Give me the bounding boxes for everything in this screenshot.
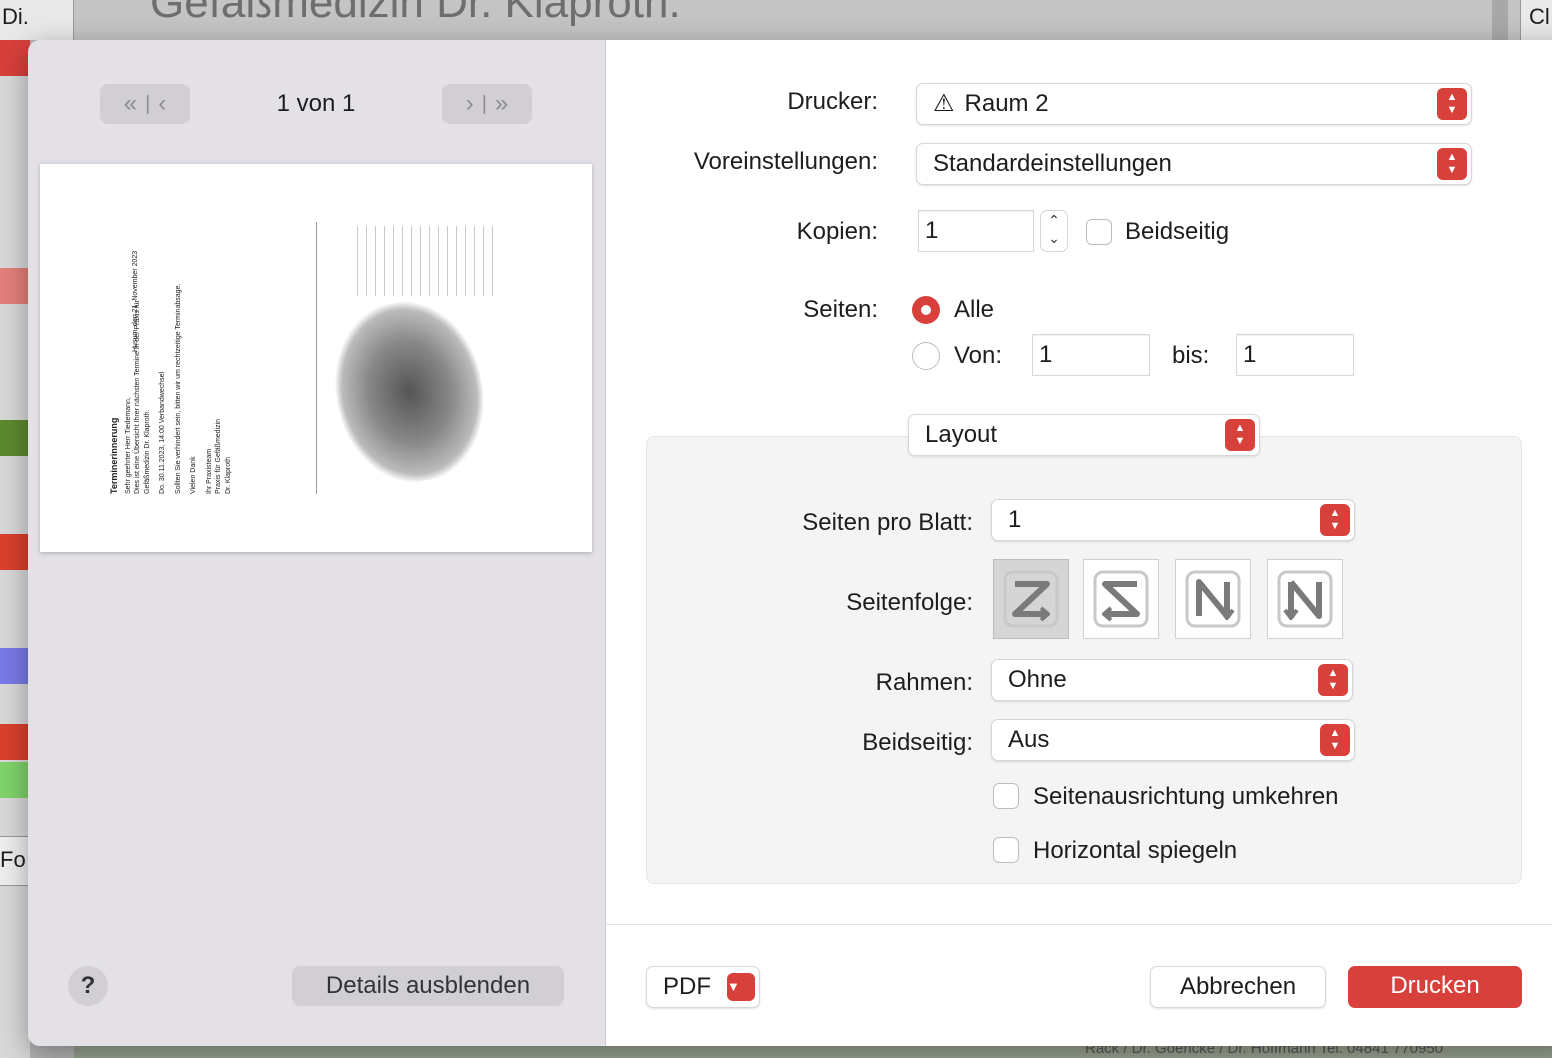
letter-line: Do. 30.11.2023, 14:00 Verbandwechsel (159, 371, 166, 494)
calendar-cell-red-3 (0, 724, 30, 760)
letter-line: Dr. Klaproth (224, 457, 232, 494)
previous-page-icon[interactable]: ‹ (158, 90, 166, 118)
chevron-down-icon: ▼ (727, 973, 755, 1001)
reverse-orientation-checkbox[interactable] (993, 783, 1019, 809)
settings-pane: Drucker: ⚠ Raum 2 ▲ ▼ Voreinstellungen: St… (606, 40, 1552, 1046)
calendar-cell-blue (0, 648, 30, 684)
help-button[interactable]: ? (68, 966, 108, 1006)
background-left-label: Di. (0, 0, 74, 40)
calendar-cell-red (0, 40, 30, 76)
flip-horizontal-checkbox[interactable] (993, 837, 1019, 863)
cancel-button[interactable]: Abbrechen (1150, 966, 1326, 1008)
pdf-label: PDF (663, 973, 711, 1000)
pages-to-label: bis: (1172, 342, 1210, 369)
letter-line: Sehr geehrter Herr Tiedemann, (124, 397, 132, 494)
letter-line: Sollten Sie verhindert sein, bitten wir … (174, 283, 182, 494)
background-calendar-strip (0, 40, 30, 1058)
printer-select[interactable]: ⚠ Raum 2 ▲ ▼ (916, 83, 1472, 125)
border-value: Ohne (1008, 666, 1067, 693)
layout-two-sided-value: Aus (1008, 726, 1050, 753)
letter-body: Terminerinnerung Sehr geehrter Herr Tied… (109, 234, 233, 494)
background-right-label: Cl (1520, 0, 1552, 40)
chevron-updown-icon: ▲ ▼ (1320, 504, 1350, 536)
chevron-updown-icon: ▲ ▼ (1225, 419, 1255, 451)
pages-to-input[interactable]: 1 (1236, 334, 1354, 376)
hide-details-button[interactable]: Details ausblenden (292, 966, 564, 1006)
copies-stepper[interactable]: ⌃ ⌄ (1040, 210, 1068, 252)
map-aerial-image (319, 288, 500, 496)
copies-label: Kopien: (796, 218, 878, 245)
two-sided-checkbox[interactable] (1086, 219, 1112, 245)
site-map-image (316, 222, 508, 496)
calendar-cell-salmon (0, 268, 30, 304)
nav-separator: | (145, 92, 151, 115)
letter-line: Praxis für Gefäßmedizin (215, 418, 222, 494)
print-button[interactable]: Drucken (1348, 966, 1522, 1008)
stepper-up-icon[interactable]: ⌃ (1041, 211, 1067, 229)
n-order-icon[interactable] (1267, 559, 1343, 639)
pdf-button[interactable]: PDF ▼ (646, 966, 760, 1008)
z-order-icon[interactable] (993, 559, 1069, 639)
reverse-n-order-icon[interactable] (1175, 559, 1251, 639)
presets-label: Voreinstellungen: (693, 148, 878, 175)
page-order-label: Seitenfolge: (846, 589, 973, 616)
flip-horizontal-label: Horizontal spiegeln (1033, 837, 1238, 864)
pages-label: Seiten: (803, 296, 878, 323)
letter-line: Gefäßmedizin Dr. Klaproth. (143, 409, 151, 494)
chevron-updown-icon: ▲ ▼ (1318, 664, 1348, 696)
letter-line: Ihr Praxisteam (205, 448, 213, 494)
calendar-cell-green (0, 420, 30, 456)
two-sided-label: Beidseitig (1125, 218, 1230, 245)
pages-range-radio[interactable] (912, 342, 940, 370)
chevron-updown-icon: ▲ ▼ (1437, 88, 1467, 120)
printer-value: Raum 2 (964, 90, 1049, 117)
copies-input[interactable]: 1 (918, 210, 1034, 252)
border-label: Rahmen: (875, 669, 973, 696)
reverse-z-order-icon[interactable] (1083, 559, 1159, 639)
preview-pane: « | ‹ 1 von 1 › | » Husum, den 21. Novem… (28, 40, 606, 1046)
pages-from-input[interactable]: 1 (1032, 334, 1150, 376)
background-side-label: Fo (0, 836, 30, 886)
pages-per-sheet-value: 1 (1008, 506, 1022, 533)
background-divider (1492, 0, 1508, 40)
section-value: Layout (925, 421, 998, 448)
reverse-orientation-label: Seitenausrichtung umkehren (1033, 783, 1339, 810)
chevron-updown-icon: ▲ ▼ (1437, 148, 1467, 180)
pages-from-label: Von: (954, 342, 1003, 369)
print-dialog: « | ‹ 1 von 1 › | » Husum, den 21. Novem… (28, 40, 1552, 1046)
pages-per-sheet-label: Seiten pro Blatt: (802, 509, 973, 536)
pages-per-sheet-select[interactable]: 1 ▲ ▼ (991, 499, 1355, 541)
next-page-icon[interactable]: › (466, 90, 474, 118)
stepper-down-icon[interactable]: ⌄ (1041, 229, 1067, 247)
first-page-icon[interactable]: « (124, 90, 137, 118)
printer-label: Drucker: (787, 88, 878, 115)
letter-line: Vielen Dank (190, 456, 197, 494)
layout-panel: Seiten pro Blatt: 1 ▲ ▼ Seitenfolge: Rah… (646, 436, 1522, 884)
calendar-cell-red-2 (0, 534, 30, 570)
page-nav-forward-group[interactable]: › | » (442, 84, 532, 124)
warning-icon: ⚠ (933, 90, 955, 117)
nav-separator: | (481, 92, 487, 115)
letter-line: Dies ist eine Übersicht Ihrer nächsten T… (134, 299, 141, 494)
map-legend (357, 226, 497, 296)
border-select[interactable]: Ohne ▲ ▼ (991, 659, 1353, 701)
page-indicator: 1 von 1 (276, 90, 356, 117)
layout-two-sided-select[interactable]: Aus ▲ ▼ (991, 719, 1355, 761)
footer-separator (606, 924, 1552, 925)
page-nav-back-group[interactable]: « | ‹ (100, 84, 190, 124)
letter-heading: Terminerinnerung (109, 417, 119, 494)
layout-two-sided-label: Beidseitig: (862, 729, 973, 756)
calendar-cell-lightgreen (0, 762, 30, 798)
pages-all-label: Alle (954, 296, 995, 323)
background-title: Gefäßmedizin Dr. Klaproth. (150, 0, 681, 27)
presets-value: Standardeinstellungen (933, 150, 1172, 177)
last-page-icon[interactable]: » (495, 90, 508, 118)
presets-select[interactable]: Standardeinstellungen ▲ ▼ (916, 143, 1472, 185)
page-preview: Husum, den 21. November 2023 Terminerinn… (40, 164, 592, 552)
pages-all-radio[interactable] (912, 296, 940, 324)
chevron-updown-icon: ▲ ▼ (1320, 724, 1350, 756)
section-select[interactable]: Layout ▲ ▼ (908, 414, 1260, 456)
